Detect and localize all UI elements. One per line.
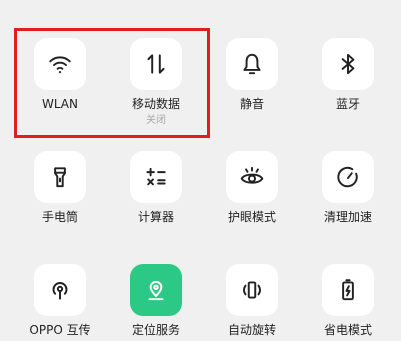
eye-icon: [240, 166, 264, 184]
bluetooth-toggle-button[interactable]: [322, 38, 374, 90]
cleanup-button[interactable]: [322, 151, 374, 203]
location-icon: [148, 280, 164, 301]
power-saving-toggle-button[interactable]: [322, 264, 374, 316]
bluetooth-label: 蓝牙: [335, 97, 360, 111]
location-toggle-button[interactable]: [130, 264, 182, 316]
calculator-icon: [146, 167, 166, 186]
flashlight-icon: [54, 167, 66, 188]
oppo-share-icon: [52, 282, 68, 300]
rotate-icon: [243, 281, 261, 299]
bluetooth-icon: [341, 53, 355, 75]
bell-icon: [243, 53, 261, 75]
oppo-share-toggle-button[interactable]: [34, 264, 86, 316]
location-label: 定位服务: [131, 323, 180, 337]
auto-rotate-label: 自动旋转: [227, 323, 276, 337]
flashlight-label: 手电筒: [41, 210, 78, 224]
battery-saver-icon: [342, 279, 354, 301]
highlight-box: [14, 28, 210, 138]
flashlight-toggle-button[interactable]: [34, 151, 86, 203]
speedometer-icon: [337, 166, 358, 188]
silent-label: 静音: [239, 97, 264, 111]
silent-toggle-button[interactable]: [226, 38, 278, 90]
oppo-share-label: OPPO 互传: [29, 323, 91, 337]
cleanup-label: 清理加速: [323, 210, 372, 224]
auto-rotate-toggle-button[interactable]: [226, 264, 278, 316]
eye-comfort-label: 护眼模式: [227, 210, 276, 224]
calculator-button[interactable]: [130, 151, 182, 203]
power-saving-label: 省电模式: [323, 323, 372, 337]
calculator-label: 计算器: [137, 210, 174, 224]
eye-comfort-toggle-button[interactable]: [226, 151, 278, 203]
